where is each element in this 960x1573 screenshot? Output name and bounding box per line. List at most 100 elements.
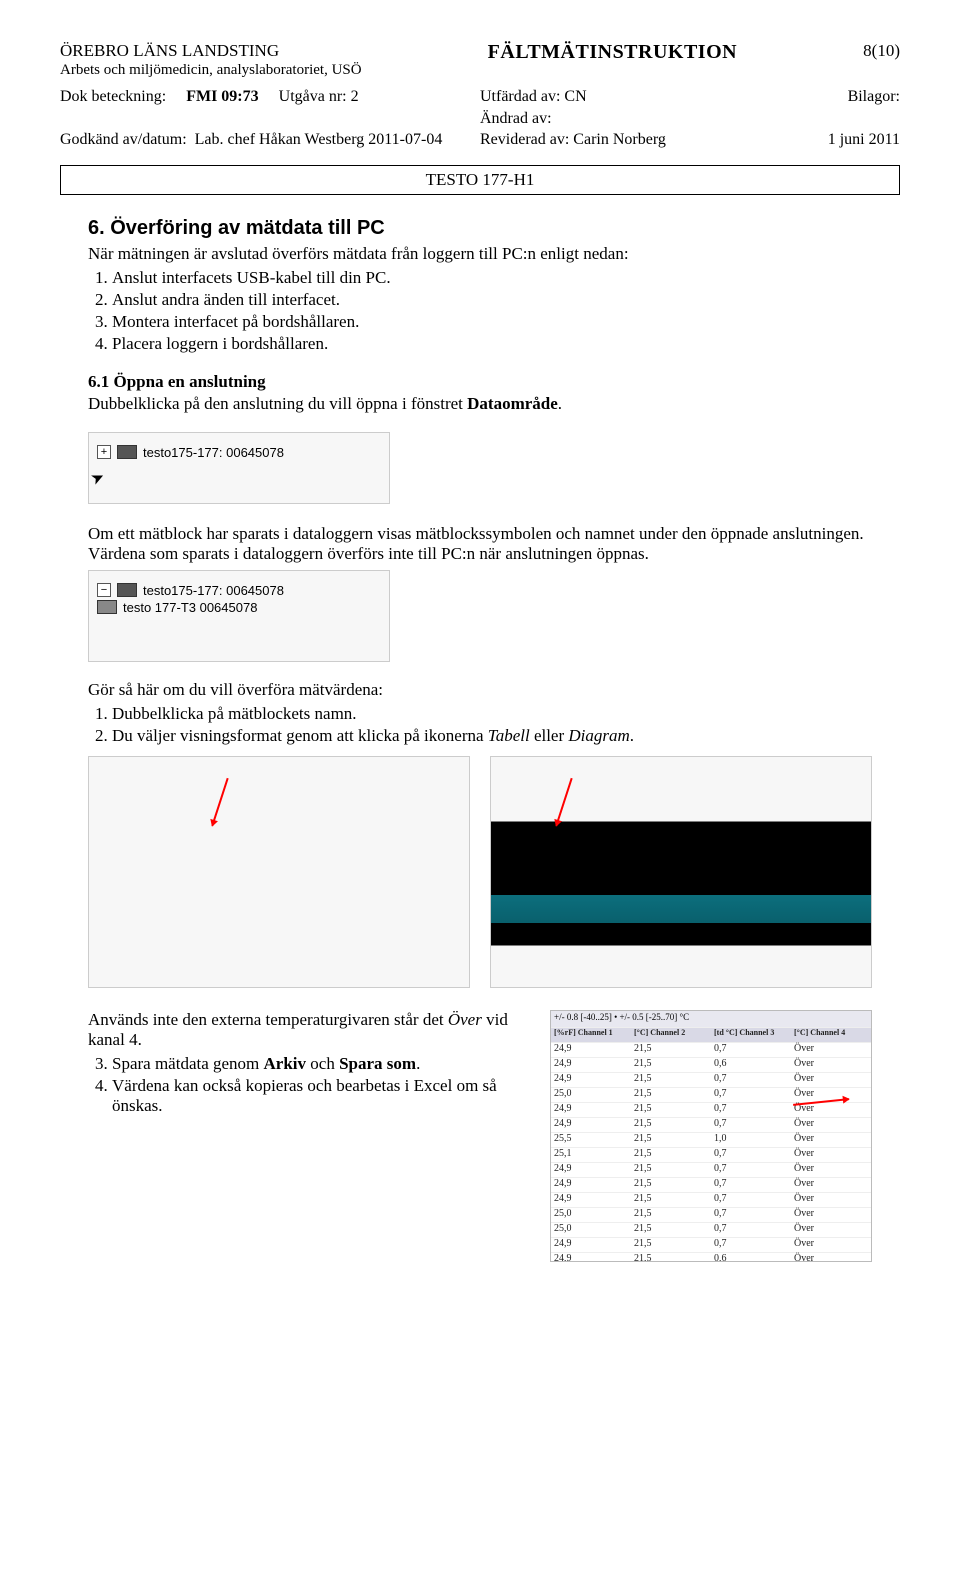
- table-cell: Över: [791, 1178, 871, 1192]
- table-cell: 24,9: [551, 1118, 631, 1132]
- table-cell: 25,0: [551, 1223, 631, 1237]
- table-cell: Över: [791, 1223, 871, 1237]
- table-row: 25,021,50,7Över: [551, 1208, 871, 1223]
- tree-collapse-icon[interactable]: −: [97, 583, 111, 597]
- table-cell: 0,7: [711, 1178, 791, 1192]
- table-row: 24,921,50,7Över: [551, 1178, 871, 1193]
- table-cell: 21,5: [631, 1148, 711, 1162]
- table-cell: Över: [791, 1238, 871, 1252]
- hdr-left: ÖREBRO LÄNS LANDSTING Arbets och miljöme…: [60, 40, 362, 80]
- s6-step: Montera interfacet på bordshållaren.: [112, 312, 872, 332]
- table-cell: 21,5: [631, 1118, 711, 1132]
- table-header-cell: [td °C] Channel 3: [711, 1028, 791, 1042]
- table-row: 24,921,50,7Över: [551, 1163, 871, 1178]
- s61-title: 6.1 Öppna en anslutning: [88, 372, 872, 392]
- table-cell: 24,9: [551, 1058, 631, 1072]
- bs3b: Arkiv: [264, 1054, 307, 1073]
- bl1b: Över: [448, 1010, 482, 1029]
- bs3e: .: [416, 1054, 420, 1073]
- page-number: 8(10): [863, 40, 900, 80]
- table-cell: 0,7: [711, 1103, 791, 1117]
- table-cell: Över: [791, 1208, 871, 1222]
- transfer-step: Dubbelklicka på mätblockets namn.: [112, 704, 872, 724]
- tree-expand-icon[interactable]: +: [97, 445, 111, 459]
- boxed-title: TESTO 177-H1: [60, 165, 900, 195]
- transfer-tabell: Tabell: [488, 726, 530, 745]
- table-cell: 24,9: [551, 1163, 631, 1177]
- rev-label: Reviderad av: Carin Norberg: [480, 131, 666, 148]
- transfer-steps: Dubbelklicka på mätblockets namn. Du väl…: [88, 704, 872, 746]
- table-cell: 0,7: [711, 1238, 791, 1252]
- hdr-mid: FÄLTMÄTINSTRUKTION: [488, 40, 737, 80]
- device-icon: [117, 583, 137, 597]
- table-row: 24,921,50,7Över: [551, 1103, 871, 1118]
- s61-line: Dubbelklicka på den anslutning du vill ö…: [88, 394, 872, 414]
- tree-label[interactable]: testo175-177: 00645078: [143, 445, 284, 460]
- s61-bold: Dataområde: [467, 394, 558, 413]
- section-6-title: 6. Överföring av mätdata till PC: [88, 217, 872, 240]
- table-row: 24,921,50,7Över: [551, 1043, 871, 1058]
- bottom-line1: Används inte den externa temperaturgivar…: [88, 1010, 520, 1050]
- table-cell: 21,5: [631, 1133, 711, 1147]
- table-cell: 24,9: [551, 1193, 631, 1207]
- table-row: 24,921,50,7Över: [551, 1193, 871, 1208]
- transfer-diagram: Diagram: [568, 726, 629, 745]
- transfer-mid: eller: [530, 726, 569, 745]
- chart-line: [491, 895, 871, 923]
- table-cell: Över: [791, 1043, 871, 1057]
- document-page: ÖREBRO LÄNS LANDSTING Arbets och miljöme…: [0, 0, 960, 1302]
- dept-name: Arbets och miljömedicin, analyslaborator…: [60, 61, 362, 80]
- table-row: 25,521,51,0Över: [551, 1133, 871, 1148]
- transfer-step: Du väljer visningsformat genom att klick…: [112, 726, 872, 746]
- table-cell: 21,5: [631, 1238, 711, 1252]
- table-row: 24,921,50,6Över: [551, 1058, 871, 1073]
- content: 6. Överföring av mätdata till PC När mät…: [60, 217, 900, 1262]
- bs3c: och: [306, 1054, 339, 1073]
- table-cell: Över: [791, 1058, 871, 1072]
- s6-intro: När mätningen är avslutad överförs mätda…: [88, 244, 872, 264]
- table-cell: 21,5: [631, 1178, 711, 1192]
- bottom-row: Används inte den externa temperaturgivar…: [88, 1010, 872, 1262]
- s61-line-text: Dubbelklicka på den anslutning du vill ö…: [88, 394, 467, 413]
- table-cell: 0,7: [711, 1193, 791, 1207]
- bottom-left: Används inte den externa temperaturgivar…: [88, 1010, 520, 1126]
- table-cell: 21,5: [631, 1193, 711, 1207]
- table-cell: 25,1: [551, 1148, 631, 1162]
- screenshot-tree-2: − testo175-177: 00645078 testo 177-T3 00…: [88, 570, 390, 662]
- device-icon: [117, 445, 137, 459]
- side-by-side-screens: [88, 756, 872, 988]
- table-cell: 21,5: [631, 1073, 711, 1087]
- table-row: 25,021,50,7Över: [551, 1223, 871, 1238]
- table-row: 24,921,50,6Över: [551, 1253, 871, 1262]
- tree-label-child[interactable]: testo 177-T3 00645078: [123, 600, 257, 615]
- s6-steps: Anslut interfacets USB-kabel till din PC…: [88, 268, 872, 354]
- screenshot-table-window: [88, 756, 470, 988]
- bs3a: Spara mätdata genom: [112, 1054, 264, 1073]
- table-cell: 0,7: [711, 1208, 791, 1222]
- s6-step: Anslut interfacets USB-kabel till din PC…: [112, 268, 872, 288]
- screenshot-tree-1: + testo175-177: 00645078 ➤: [88, 432, 390, 504]
- andrad: Ändrad av:: [480, 108, 900, 130]
- dok-label: Dok beteckning:: [60, 88, 166, 105]
- godk-val: Lab. chef Håkan Westberg 2011-07-04: [195, 131, 443, 148]
- table-cell: Över: [791, 1118, 871, 1132]
- red-arrow-icon: [211, 778, 228, 826]
- table-header-cell: [°C] Channel 4: [791, 1028, 871, 1042]
- table-cell: 0,7: [711, 1223, 791, 1237]
- bottom-steps: Spara mätdata genom Arkiv och Spara som.…: [88, 1054, 520, 1116]
- table-cell: 21,5: [631, 1043, 711, 1057]
- table-cell: 25,5: [551, 1133, 631, 1147]
- table-cell: Över: [791, 1163, 871, 1177]
- table-cell: 25,0: [551, 1088, 631, 1102]
- table-cell: 24,9: [551, 1238, 631, 1252]
- doc-title: FÄLTMÄTINSTRUKTION: [488, 40, 737, 65]
- table-cell: 0,7: [711, 1148, 791, 1162]
- tree-label[interactable]: testo175-177: 00645078: [143, 583, 284, 598]
- doc-meta: Dok beteckning: FMI 09:73 Utgåva nr: 2 U…: [60, 86, 900, 151]
- table-cell: Över: [791, 1073, 871, 1087]
- utgava: Utgåva nr: 2: [279, 88, 359, 105]
- org-name: ÖREBRO LÄNS LANDSTING: [60, 40, 362, 61]
- godk-label: Godkänd av/datum:: [60, 131, 187, 148]
- table-cell: 1,0: [711, 1133, 791, 1147]
- bl1a: Används inte den externa temperaturgivar…: [88, 1010, 448, 1029]
